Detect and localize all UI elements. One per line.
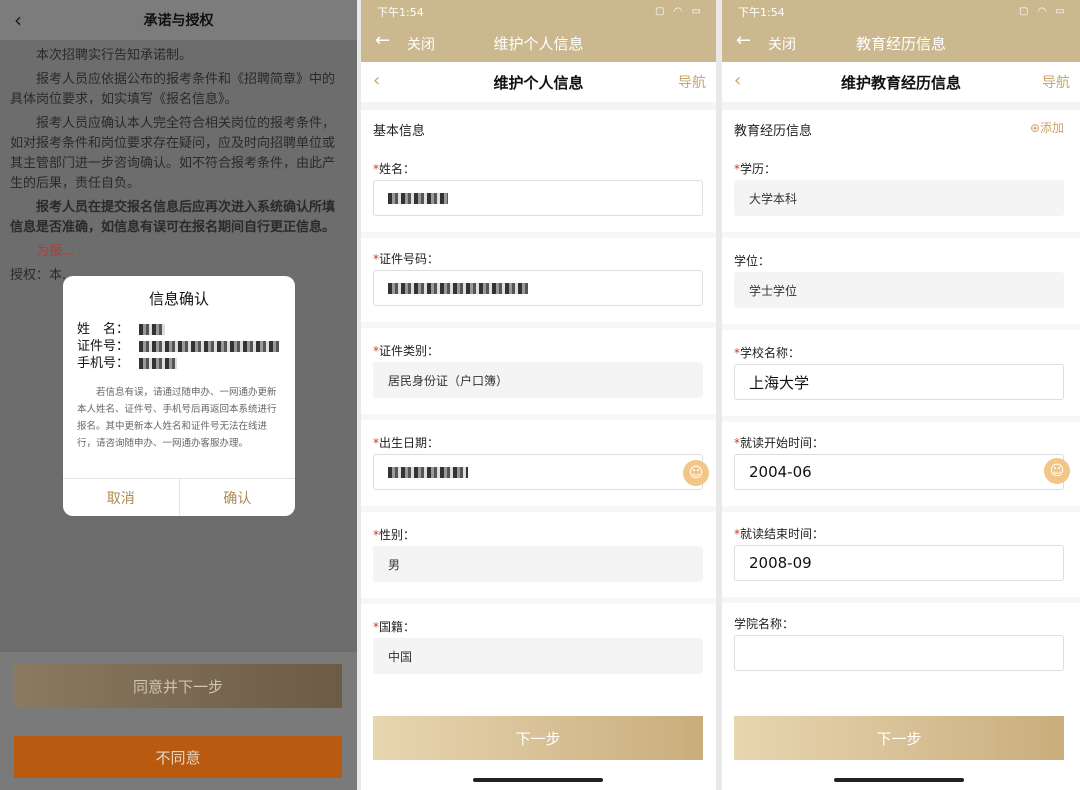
divider [361, 102, 716, 110]
accessibility-icon[interactable]: ☺ [1044, 458, 1070, 484]
paragraph-3: 报考人员应确认本人完全符合相关岗位的报考条件，如对报考条件和岗位要求存在疑问，应… [10, 116, 336, 191]
field-label: *学历： [734, 162, 777, 176]
field-label: *出生日期： [373, 436, 440, 450]
name-label: 姓 名： [77, 322, 130, 337]
app-top-bar: ← 关闭 教育经历信息 [722, 24, 1080, 62]
add-button[interactable]: ⊕添加 [1030, 119, 1064, 136]
name-input[interactable] [373, 180, 703, 216]
id-type-value: 居民身份证（户口簿） [373, 362, 703, 398]
disagree-button[interactable]: 不同意 [14, 736, 342, 778]
divider [361, 414, 716, 420]
paragraph-4: 报考人员在提交报名信息后应再次进入系统确认所填信息是否准确，如信息有误可在报名期… [10, 200, 336, 235]
birth-redacted [388, 466, 468, 478]
field-label: *学校名称： [734, 346, 801, 360]
personal-info-screen: 下午1:54 ▢ ◠ ▭ ← 关闭 维护个人信息 ‹ 维护个人信息 导航 基本信… [361, 0, 716, 790]
cancel-button[interactable]: 取消 [63, 479, 180, 516]
header-bar: ‹ 承诺与授权 [0, 0, 357, 40]
nav-link[interactable]: 导航 [1042, 72, 1070, 92]
phone-label: 手机号： [77, 356, 130, 371]
divider [722, 597, 1080, 603]
id-number-input[interactable] [373, 270, 703, 306]
gender-value: 男 [373, 546, 703, 582]
field-label: *就读开始时间： [734, 436, 825, 450]
page-title: 维护教育经历信息 [840, 74, 961, 92]
status-time: 下午1:54 [377, 6, 424, 19]
page-title: 维护个人信息 [493, 74, 584, 92]
divider [722, 102, 1080, 110]
dialog-info: 姓 名： 证件号： 手机号： [77, 321, 295, 372]
field-label: 学位： [734, 254, 771, 268]
field-label: *证件号码： [373, 252, 440, 266]
status-time: 下午1:54 [738, 6, 785, 19]
next-step-button[interactable]: 下一步 [734, 716, 1064, 760]
confirm-button[interactable]: 确认 [180, 479, 296, 516]
dialog-title: 信息确认 [148, 290, 209, 308]
commitment-screen: ‹ 承诺与授权 本次招聘实行告知承诺制。 报考人员应依据公布的报考条件和《招聘简… [0, 0, 357, 790]
status-icons: ▢ ◠ ▭ [655, 6, 704, 17]
college-name-input[interactable] [734, 635, 1064, 671]
page-nav-bar: ‹ 维护个人信息 导航 [361, 62, 716, 102]
divider [361, 506, 716, 512]
phone-row: 手机号： [77, 355, 295, 372]
divider [361, 322, 716, 328]
name-redacted [139, 324, 165, 335]
education-info-screen: 下午1:54 ▢ ◠ ▭ ← 关闭 教育经历信息 ‹ 维护教育经历信息 导航 教… [722, 0, 1080, 790]
next-step-button[interactable]: 下一步 [373, 716, 703, 760]
id-redacted [388, 282, 528, 294]
dialog-note: 若信息有误，请通过随申办、一网通办更新本人姓名、证件号、手机号后再返回本系统进行… [77, 387, 277, 449]
divider [722, 506, 1080, 512]
accessibility-icon[interactable]: ☺ [683, 460, 709, 486]
divider [361, 598, 716, 604]
home-indicator [473, 778, 603, 782]
name-row: 姓 名： [77, 321, 295, 338]
section-title: 基本信息 [373, 124, 426, 139]
education-level-value: 大学本科 [734, 180, 1064, 216]
field-label: *性别： [373, 528, 416, 542]
end-date-input[interactable]: 2008-09 [734, 545, 1064, 581]
start-date-input[interactable]: 2004-06 [734, 454, 1064, 490]
nationality-value: 中国 [373, 638, 703, 674]
divider [722, 232, 1080, 238]
confirm-dialog: 信息确认 姓 名： 证件号： 手机号： 若信息有误，请通过随申办、一网通办更新本… [63, 276, 295, 516]
degree-value: 学士学位 [734, 272, 1064, 308]
section-title: 教育经历信息 [734, 124, 813, 139]
page-title: 承诺与授权 [143, 13, 214, 29]
app-top-bar: ← 关闭 维护个人信息 [361, 24, 716, 62]
app-title: 维护个人信息 [493, 35, 584, 53]
app-title: 教育经历信息 [855, 35, 946, 53]
school-name-input[interactable]: 上海大学 [734, 364, 1064, 400]
field-label: 学院名称： [734, 617, 795, 631]
id-row: 证件号： [77, 338, 295, 355]
id-label: 证件号： [77, 339, 130, 354]
page-nav-bar: ‹ 维护教育经历信息 导航 [722, 62, 1080, 102]
status-icons: ▢ ◠ ▭ [1019, 6, 1068, 17]
divider [361, 232, 716, 238]
divider [722, 324, 1080, 330]
back-arrow-icon[interactable]: ‹ [14, 8, 22, 32]
field-label: *就读结束时间： [734, 527, 825, 541]
phone-redacted [139, 358, 177, 369]
commitment-text: 本次招聘实行告知承诺制。 报考人员应依据公布的报考条件和《招聘简章》中的具体岗位… [10, 46, 340, 290]
birth-date-input[interactable] [373, 454, 703, 490]
paragraph-1: 本次招聘实行告知承诺制。 [36, 48, 193, 63]
divider [722, 416, 1080, 422]
nav-link[interactable]: 导航 [678, 72, 706, 92]
paragraph-2: 报考人员应依据公布的报考条件和《招聘简章》中的具体岗位要求，如实填写《报名信息》… [10, 72, 336, 107]
paragraph-5: 为报... [36, 244, 75, 259]
home-indicator [834, 778, 964, 782]
field-label: *国籍： [373, 620, 416, 634]
dialog-buttons: 取消 确认 [63, 478, 295, 516]
id-redacted [139, 341, 279, 352]
agree-next-button[interactable]: 同意并下一步 [14, 664, 342, 708]
field-label: *姓名： [373, 162, 416, 176]
name-redacted [388, 192, 448, 204]
field-label: *证件类别： [373, 344, 440, 358]
